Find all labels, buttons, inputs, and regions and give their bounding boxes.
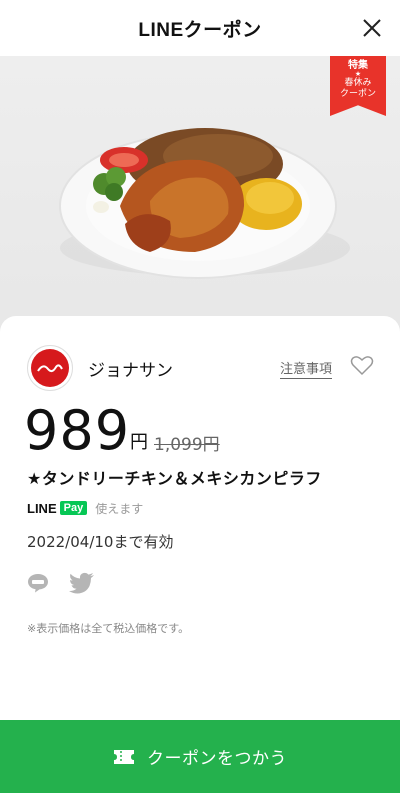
- brand-name: ジョナサン: [88, 361, 173, 381]
- brand-logo: [27, 345, 73, 391]
- linepay-line-text: LINE: [27, 500, 57, 516]
- ticket-icon: [114, 749, 134, 764]
- line-share-icon[interactable]: [27, 572, 49, 594]
- use-coupon-label: クーポンをつかう: [147, 749, 287, 769]
- jonathan-logo-icon: [37, 364, 63, 373]
- hero-image: 特集 ★ 春休み クーポン: [0, 56, 400, 346]
- expiry-date: 2022/04/10まで有効: [27, 533, 174, 551]
- close-icon[interactable]: [358, 14, 386, 42]
- price-unit: 円: [130, 432, 148, 453]
- ribbon-line3: クーポン: [339, 89, 376, 99]
- sale-price: 989: [24, 399, 131, 462]
- product-name: ★タンドリーチキン＆メキシカンピラフ: [27, 469, 322, 488]
- header: LINEクーポン: [0, 0, 400, 56]
- notice-link[interactable]: 注意事項: [280, 358, 333, 379]
- heart-icon[interactable]: [350, 354, 374, 376]
- linepay-pay-text: Pay: [59, 501, 88, 515]
- price-row: 989 円 1,099円: [24, 396, 384, 466]
- brand-logo-mark: [31, 349, 69, 387]
- linepay-usable-text: 使えます: [95, 501, 144, 516]
- header-title: LINEクーポン: [138, 19, 262, 41]
- original-price: 1,099円: [154, 435, 220, 455]
- coupon-card: ジョナサン 注意事項 989 円 1,099円 ★タンドリーチキン＆メキシカンピ…: [0, 316, 400, 726]
- ribbon-line2: 春休み: [344, 78, 372, 88]
- use-coupon-button[interactable]: クーポンをつかう: [0, 720, 400, 793]
- linepay-badge: LINE Pay 使えます: [27, 500, 143, 516]
- twitter-share-icon[interactable]: [69, 572, 95, 594]
- ribbon-star: ★: [354, 70, 362, 78]
- tax-note: ※表示価格は全て税込価格です。: [27, 622, 190, 635]
